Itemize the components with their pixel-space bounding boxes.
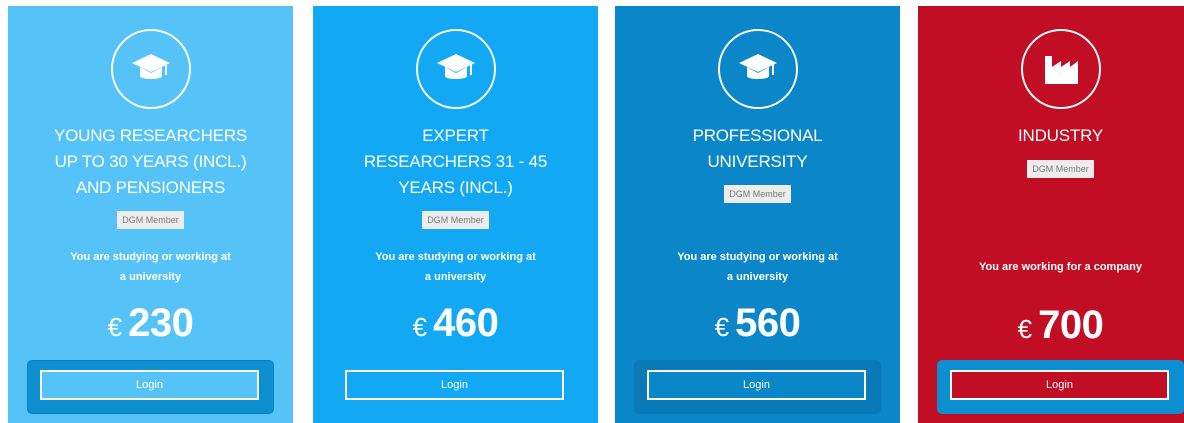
factory-icon: [1020, 29, 1101, 109]
pricing-card-professional-university: PROFESSIONAL UNIVERSITY DGM Member You a…: [615, 6, 900, 423]
plan-price: €230: [8, 301, 293, 346]
member-badge: DGM Member: [1027, 160, 1094, 178]
price-amount: 460: [433, 301, 499, 345]
price-amount: 700: [1038, 303, 1104, 347]
price-amount: 230: [128, 301, 194, 345]
graduation-cap-icon: [717, 29, 798, 109]
plan-price: €460: [313, 301, 598, 346]
login-button-frame: Login: [28, 361, 273, 413]
currency-symbol: €: [714, 312, 730, 342]
plan-description: You are studying or working at a univers…: [677, 251, 838, 283]
plan-description: You are working for a company: [979, 261, 1142, 273]
plan-title: INDUSTRY: [1018, 126, 1103, 145]
price-amount: 560: [735, 301, 801, 345]
currency-symbol: €: [412, 312, 428, 342]
login-button[interactable]: Login: [647, 370, 866, 400]
login-button[interactable]: Login: [40, 370, 259, 400]
login-button[interactable]: Login: [345, 370, 564, 400]
pricing-card-industry: INDUSTRY DGM Member You are working for …: [918, 6, 1184, 423]
plan-price: €700: [918, 303, 1184, 348]
plan-title: EXPERT RESEARCHERS 31 - 45 YEARS (INCL.): [363, 126, 548, 197]
pricing-cards: YOUNG RESEARCHERS UP TO 30 YEARS (INCL.)…: [0, 0, 1184, 423]
login-button-frame: Login: [938, 361, 1183, 413]
graduation-cap-icon: [110, 29, 191, 109]
login-button-frame: Login: [635, 361, 880, 413]
member-badge: DGM Member: [422, 211, 489, 229]
plan-price: €560: [615, 301, 900, 346]
currency-symbol: €: [107, 312, 123, 342]
login-button[interactable]: Login: [950, 370, 1169, 400]
currency-symbol: €: [1017, 314, 1033, 344]
member-badge: DGM Member: [724, 185, 791, 203]
plan-title: YOUNG RESEARCHERS UP TO 30 YEARS (INCL.)…: [53, 126, 248, 197]
plan-description: You are studying or working at a univers…: [70, 251, 231, 283]
plan-title: PROFESSIONAL UNIVERSITY: [692, 126, 823, 171]
member-badge: DGM Member: [117, 211, 184, 229]
login-button-frame: Login: [333, 361, 578, 413]
pricing-card-expert-researchers: EXPERT RESEARCHERS 31 - 45 YEARS (INCL.)…: [313, 6, 598, 423]
pricing-card-young-researchers: YOUNG RESEARCHERS UP TO 30 YEARS (INCL.)…: [8, 6, 293, 423]
graduation-cap-icon: [415, 29, 496, 109]
plan-description: You are studying or working at a univers…: [375, 251, 536, 283]
